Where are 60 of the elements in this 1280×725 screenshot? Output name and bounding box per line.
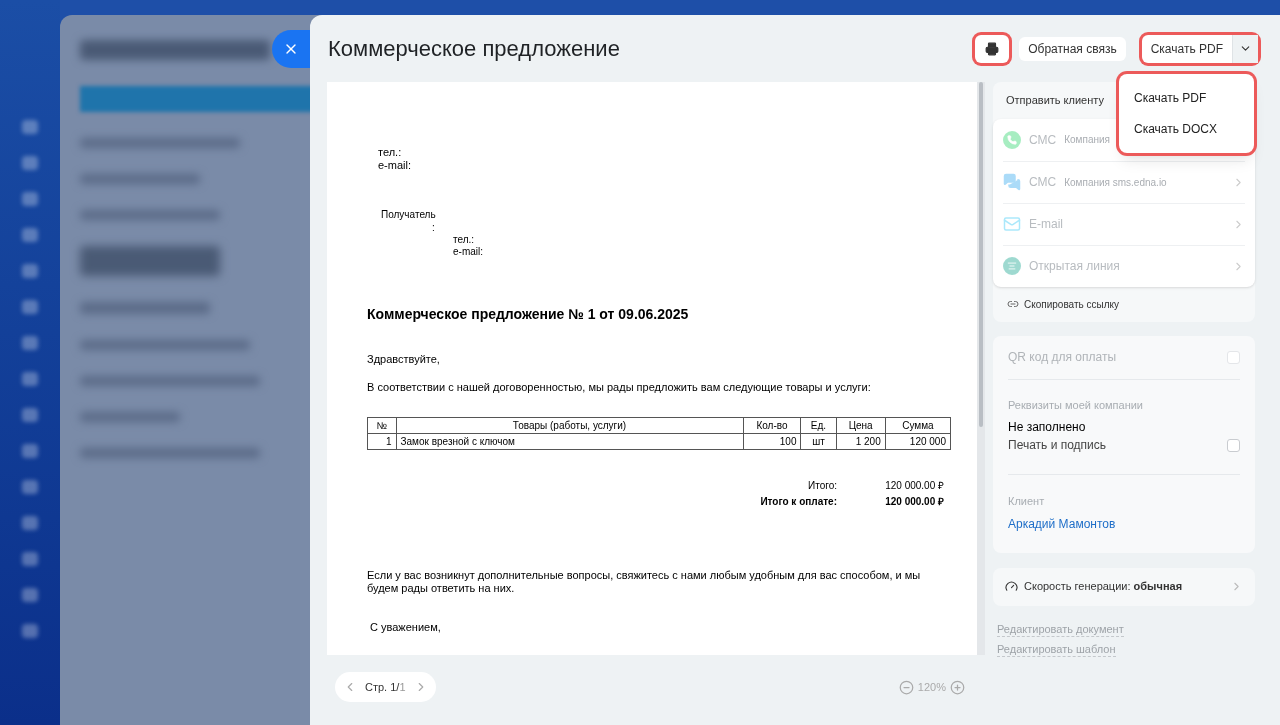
channel-provider: Компания sms.edna.io <box>1064 175 1167 190</box>
chat-icon <box>1003 173 1021 191</box>
panel-title: Коммерческое предложение <box>328 35 621 63</box>
dropdown-toggle[interactable] <box>1232 34 1258 63</box>
table-header: Товары (работы, услуги) <box>396 417 743 434</box>
total-value: 120 000.00 ₽ <box>884 479 944 493</box>
lines-icon <box>1003 257 1021 275</box>
table-cell: 1 <box>367 433 396 450</box>
download-label[interactable]: Скачать PDF <box>1141 39 1232 58</box>
close-button[interactable] <box>272 30 310 68</box>
send-title: Отправить клиенту <box>1006 93 1104 108</box>
table-header: Кол-во <box>743 417 801 434</box>
document-text: тел.: <box>378 146 403 159</box>
stamp-label: Печать и подпись <box>1008 437 1107 454</box>
document-text: e-mail: <box>378 159 412 172</box>
menu-item[interactable]: Скачать PDF <box>1134 89 1254 107</box>
table-header: Ед. <box>800 417 837 434</box>
document-text: Получатель <box>381 208 437 221</box>
document-text: e-mail: <box>453 246 484 258</box>
table-cell: шт <box>800 433 837 450</box>
document-text: С уважением, <box>369 620 442 635</box>
table-cell: Замок врезной с ключом <box>396 433 743 450</box>
client-link[interactable]: Аркадий Мамонтов <box>1008 514 1240 533</box>
zoom-level: 120% <box>917 679 946 695</box>
scrollbar[interactable] <box>977 82 985 655</box>
copy-link-button[interactable]: Скопировать ссылку <box>993 286 1255 322</box>
total-label: Итого к оплате: <box>760 495 837 509</box>
document-text: тел.: <box>453 234 476 246</box>
generation-speed-button[interactable]: Скорость генерации: обычная <box>993 567 1255 606</box>
table-cell: 100 <box>743 433 801 450</box>
table-header: Цена <box>836 417 886 434</box>
gauge-icon <box>1005 580 1018 593</box>
document-text: В соответствии с нашей договоренностью, мы рады предложить вам следующие товары и услуги: <box>367 379 872 395</box>
client-label: Клиент <box>1008 494 1046 509</box>
mail-icon <box>1003 215 1021 233</box>
zoom-in-icon[interactable] <box>950 679 965 695</box>
download-button[interactable]: Скачать PDF <box>1141 34 1258 63</box>
total-value: 120 000.00 ₽ <box>884 495 944 509</box>
print-button[interactable] <box>975 34 1010 63</box>
feedback-button[interactable]: Обратная связь <box>1019 36 1126 61</box>
table-cell: 120 000 <box>885 433 951 450</box>
table-header: № <box>367 417 396 434</box>
document-text: : <box>431 221 436 234</box>
table-header: Сумма <box>885 417 951 434</box>
company-label: Реквизиты моей компании <box>1008 397 1144 413</box>
channel-provider: Компания <box>1064 133 1110 147</box>
document-heading: Коммерческое предложение № 1 от 09.06.2025 <box>367 305 690 324</box>
printer-icon <box>985 41 1000 56</box>
zoom-out-icon[interactable] <box>898 679 914 695</box>
document-text: Если у вас возникнут дополнительные вопросы, свяжитесь с нами любым удобным для вас способом, и мы будем рады ответить на них. <box>367 569 922 595</box>
company-value: Не заполнено <box>1008 419 1087 436</box>
phone-icon <box>1003 130 1021 149</box>
qr-label: QR код для оплаты <box>1008 349 1116 366</box>
link-icon <box>1007 298 1019 310</box>
menu-item[interactable]: Скачать DOCX <box>1134 120 1254 138</box>
page-label: Стр. 1/1 <box>365 679 406 695</box>
total-label: Итого: <box>808 479 837 493</box>
document-text: Здравствуйте, <box>367 352 441 367</box>
checkbox[interactable] <box>1227 438 1240 452</box>
table-cell: 1 200 <box>836 433 886 450</box>
